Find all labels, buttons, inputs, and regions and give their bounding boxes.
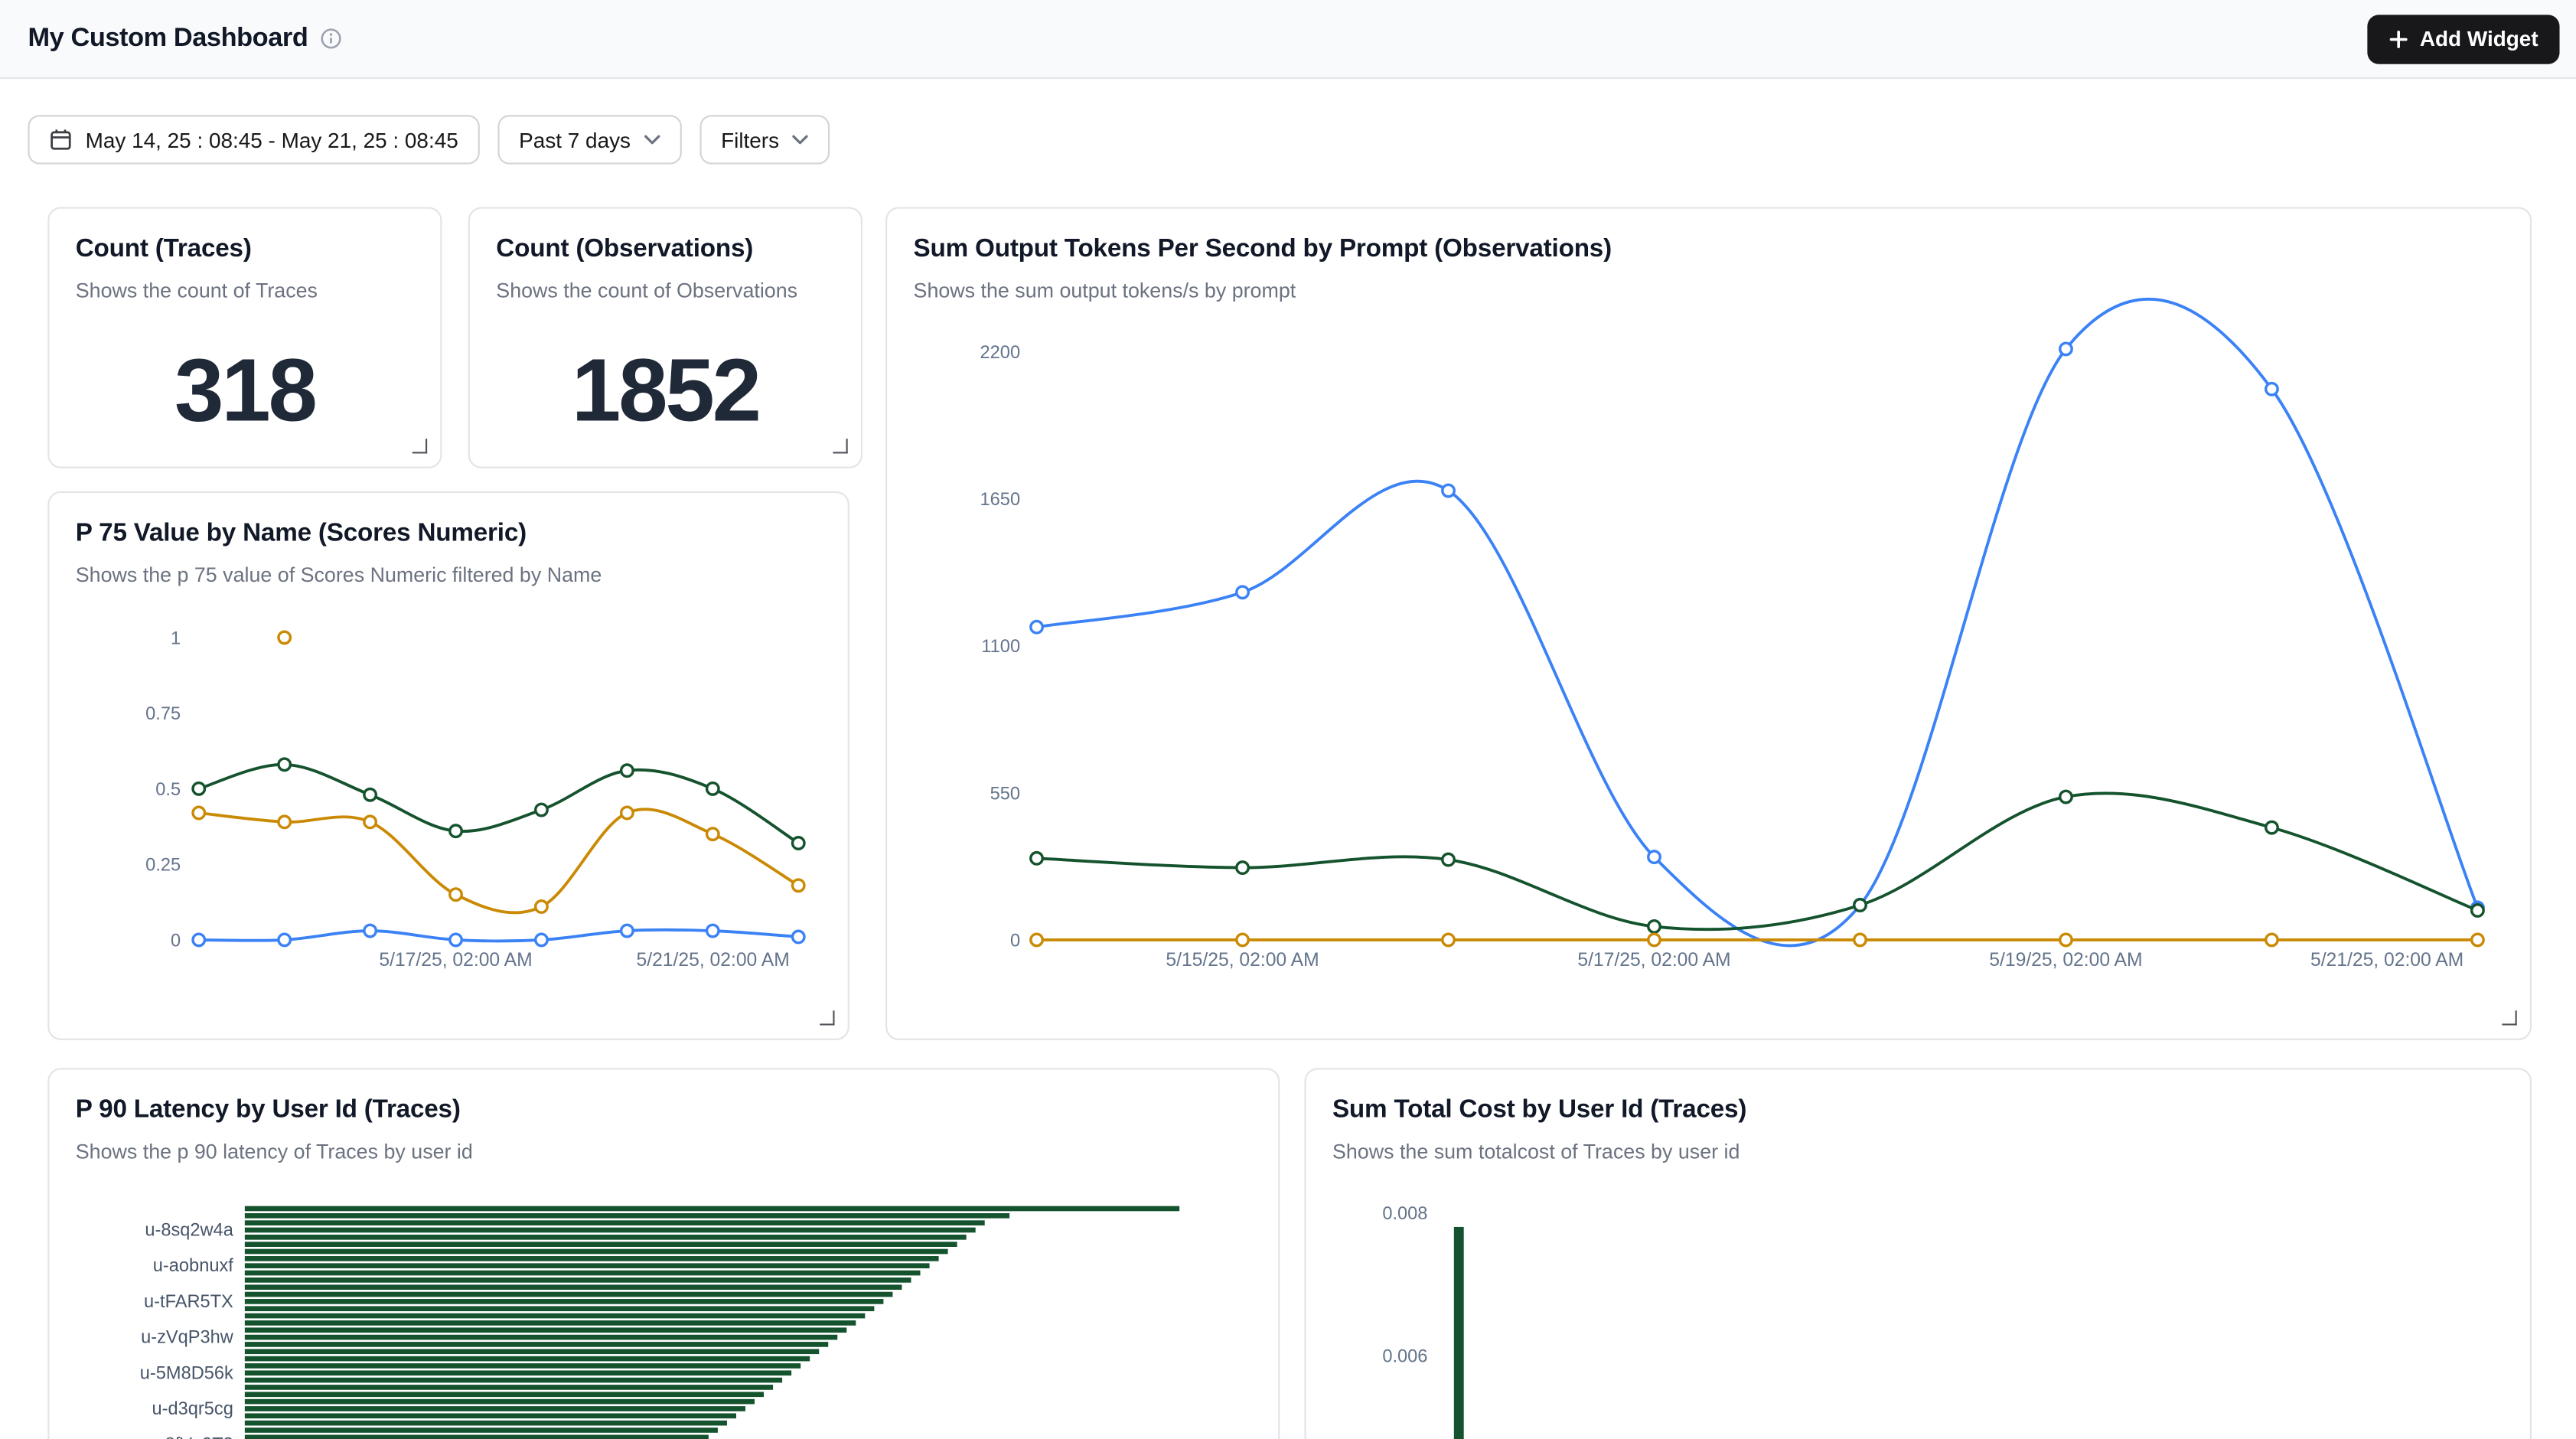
svg-text:1100: 1100	[981, 637, 1020, 657]
svg-text:2200: 2200	[980, 343, 1021, 363]
filters-toolbar: May 14, 25 : 08:45 - May 21, 25 : 08:45 …	[28, 115, 830, 164]
bar-chart-sum-total-cost: 0.008 0.006	[1306, 1069, 2532, 1439]
add-widget-button[interactable]: Add Widget	[2367, 14, 2559, 63]
svg-text:5/17/25, 02:00 AM: 5/17/25, 02:00 AM	[1577, 950, 1730, 971]
add-widget-label: Add Widget	[2420, 26, 2539, 51]
svg-text:5/15/25, 02:00 AM: 5/15/25, 02:00 AM	[1166, 950, 1319, 971]
svg-text:u-zVqP3hw: u-zVqP3hw	[141, 1328, 234, 1348]
widget-title: Count (Observations)	[496, 235, 834, 265]
filters-label: Filters	[721, 127, 779, 152]
info-icon[interactable]	[321, 28, 343, 49]
svg-text:5/19/25, 02:00 AM: 5/19/25, 02:00 AM	[1989, 950, 2142, 971]
svg-text:u-5M8D56k: u-5M8D56k	[140, 1363, 233, 1383]
svg-text:1650: 1650	[980, 490, 1021, 510]
svg-text:5/21/25, 02:00 AM: 5/21/25, 02:00 AM	[637, 950, 790, 971]
widget-subtitle: Shows the count of Traces	[76, 279, 414, 302]
svg-text:0: 0	[1010, 931, 1020, 951]
widget-sum-total-cost[interactable]: Sum Total Cost by User Id (Traces) Shows…	[1304, 1068, 2532, 1439]
bar-chart-p90-latency: u-8sq2w4a u-aobnuxf u-tFAR5TX u-zVqP3hw u-5M…	[49, 1069, 1280, 1439]
chevron-down-icon	[644, 135, 660, 145]
svg-text:0.5: 0.5	[155, 780, 181, 800]
page-header: My Custom Dashboard Add Widget	[0, 0, 2576, 79]
date-range-picker[interactable]: May 14, 25 : 08:45 - May 21, 25 : 08:45	[28, 115, 479, 164]
svg-text:1: 1	[171, 628, 181, 648]
chevron-down-icon	[792, 135, 808, 145]
svg-text:u-8sq2w4a: u-8sq2w4a	[145, 1221, 233, 1241]
resize-handle-icon[interactable]	[2502, 1010, 2516, 1025]
svg-text:0.008: 0.008	[1382, 1204, 1427, 1224]
plus-icon	[2389, 29, 2408, 49]
widget-p90-latency[interactable]: P 90 Latency by User Id (Traces) Shows t…	[47, 1068, 1280, 1439]
widget-count-observations[interactable]: Count (Observations) Shows the count of …	[468, 207, 862, 468]
svg-text:5/17/25, 02:00 AM: 5/17/25, 02:00 AM	[379, 950, 532, 971]
page-title: My Custom Dashboard	[28, 24, 308, 54]
date-preset-select[interactable]: Past 7 days	[497, 115, 681, 164]
filters-button[interactable]: Filters	[699, 115, 830, 164]
resize-handle-icon[interactable]	[412, 439, 427, 453]
svg-text:u-aobnuxf: u-aobnuxf	[153, 1256, 233, 1276]
dashboard-page: My Custom Dashboard Add Widget	[0, 0, 2576, 1439]
svg-text:0.25: 0.25	[145, 856, 181, 876]
svg-text:0: 0	[171, 931, 181, 951]
calendar-icon	[49, 128, 72, 151]
svg-text:5/21/25, 02:00 AM: 5/21/25, 02:00 AM	[2310, 950, 2464, 971]
line-chart-p75-value: 0 0.25 0.5 0.75 1 5/17/25, 02:00 AM 5/21/25, 0…	[49, 493, 849, 1040]
svg-text:0.75: 0.75	[145, 704, 181, 724]
count-observations-value: 1852	[470, 327, 861, 453]
widget-p75-value[interactable]: P 75 Value by Name (Scores Numeric) Show…	[47, 491, 849, 1040]
resize-handle-icon[interactable]	[820, 1010, 834, 1025]
svg-text:u-tFAR5TX: u-tFAR5TX	[144, 1292, 233, 1312]
date-preset-label: Past 7 days	[519, 127, 631, 152]
svg-text:550: 550	[990, 784, 1020, 804]
widget-subtitle: Shows the count of Observations	[496, 279, 834, 302]
svg-text:u-d3qr5cg: u-d3qr5cg	[152, 1399, 233, 1419]
line-chart-sum-output-tokens: 0 550 1100 1650 2200 5/15/25, 02:00 AM 5/17/25…	[887, 209, 2532, 1040]
widget-count-traces[interactable]: Count (Traces) Shows the count of Traces…	[47, 207, 442, 468]
widget-title: Count (Traces)	[76, 235, 414, 265]
count-traces-value: 318	[49, 327, 440, 453]
date-range-label: May 14, 25 : 08:45 - May 21, 25 : 08:45	[86, 127, 458, 152]
svg-text:u-8fVq9T3: u-8fVq9T3	[149, 1435, 233, 1439]
svg-text:0.006: 0.006	[1382, 1347, 1427, 1367]
resize-handle-icon[interactable]	[833, 439, 847, 453]
widget-sum-output-tokens[interactable]: Sum Output Tokens Per Second by Prompt (…	[885, 207, 2532, 1039]
